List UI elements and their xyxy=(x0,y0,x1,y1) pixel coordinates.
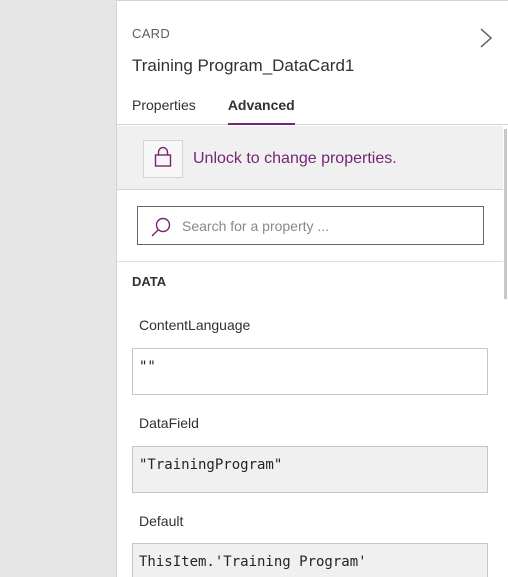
section-title-data: DATA xyxy=(132,274,167,289)
chevron-right-icon[interactable] xyxy=(475,25,497,51)
pane-header: CARD Training Program_DataCard1 Properti… xyxy=(117,1,508,125)
lock-banner: Unlock to change properties. xyxy=(117,126,503,190)
property-formula-field[interactable]: "" xyxy=(132,348,488,395)
properties-pane: CARD Training Program_DataCard1 Properti… xyxy=(116,0,508,577)
tab-properties[interactable]: Properties xyxy=(132,97,196,125)
search-icon xyxy=(150,216,172,238)
divider xyxy=(117,261,503,262)
lock-icon xyxy=(154,146,172,173)
property-label: ContentLanguage xyxy=(139,317,251,333)
property-formula-field[interactable]: "TrainingProgram" xyxy=(132,446,488,493)
property-label: DataField xyxy=(139,415,199,431)
unlock-button[interactable] xyxy=(143,140,183,178)
app-canvas-area xyxy=(0,0,116,577)
tab-advanced[interactable]: Advanced xyxy=(227,97,295,125)
unlock-link[interactable]: Unlock to change properties. xyxy=(193,150,397,168)
search-input[interactable] xyxy=(182,216,472,236)
property-label: Default xyxy=(139,513,184,529)
control-kind-label: CARD xyxy=(132,26,171,41)
pane-tabs: Properties Advanced xyxy=(132,97,295,125)
property-formula-field[interactable]: ThisItem.'Training Program' xyxy=(132,543,488,577)
property-search-box[interactable] xyxy=(137,206,484,245)
pane-scrollbar[interactable] xyxy=(504,129,507,299)
control-name: Training Program_DataCard1 xyxy=(132,56,355,75)
